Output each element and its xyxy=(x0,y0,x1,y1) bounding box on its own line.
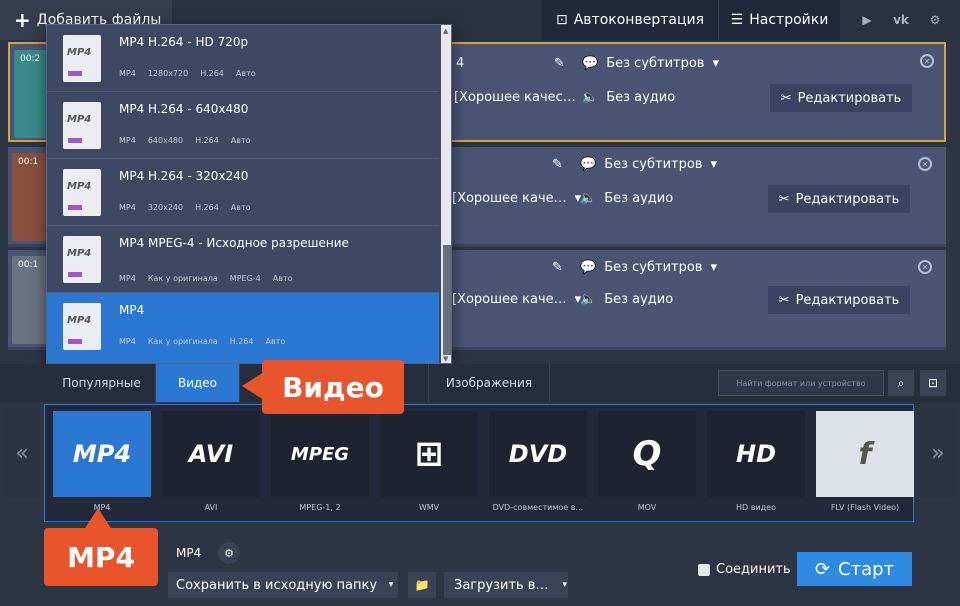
format-label: HD видео xyxy=(736,503,776,512)
output-format-value: MP4 xyxy=(176,546,202,560)
format-label: FLV (Flash Video) xyxy=(830,503,900,512)
format-dvd[interactable]: DVD xyxy=(489,411,587,497)
speech-bubble-icon: 💬 xyxy=(580,157,597,172)
format-label: WMV xyxy=(418,503,440,512)
refresh-icon: ⟳ xyxy=(814,558,831,580)
audio-dropdown[interactable]: 🔈 Без аудио xyxy=(580,191,673,206)
scissors-icon: ✂ xyxy=(778,292,790,308)
speaker-icon: 🔈 xyxy=(580,292,597,307)
youtube-icon[interactable]: ▶ xyxy=(856,10,878,30)
menu-icon: ☰ xyxy=(730,12,744,28)
mp4-file-icon: MP4 xyxy=(63,35,101,82)
preset-item[interactable]: MP4 MP4 H.264 - 640x480 MP4 640x480 H.264 А… xyxy=(47,92,439,159)
rename-pencil-icon[interactable]: ✎ xyxy=(554,56,565,71)
format-avi[interactable]: AVI xyxy=(162,411,260,497)
speech-bubble-icon: 💬 xyxy=(580,260,597,275)
edit-button[interactable]: ✂ Редактировать xyxy=(768,185,910,213)
preset-item[interactable]: MP4 MP4 MPEG-4 - Исходное разрешение MP4… xyxy=(47,226,439,293)
callout-arrow xyxy=(242,372,264,400)
folder-icon[interactable]: 📁 xyxy=(408,572,436,598)
preset-item[interactable]: MP4 MP4 H.264 - HD 720p MP4 1280x720 H.264… xyxy=(47,25,439,92)
speech-bubble-icon: 💬 xyxy=(582,56,599,71)
quality-dropdown[interactable]: [Хорошее качес… ▾ xyxy=(454,90,590,105)
quicktime-icon: Q xyxy=(632,434,662,474)
chevron-down-icon[interactable]: ▾ xyxy=(382,572,400,598)
chevron-down-icon: ▾ xyxy=(710,157,717,172)
audio-dropdown[interactable]: 🔈 Без аудио xyxy=(580,292,673,307)
preset-scrollbar[interactable]: ▲ ▼ xyxy=(441,25,451,363)
subtitles-dropdown[interactable]: 💬 Без субтитров ▾ xyxy=(580,260,717,275)
tab-popular[interactable]: Популярные xyxy=(48,364,156,402)
audio-dropdown[interactable]: 🔈 Без аудио xyxy=(582,90,675,105)
format-mov[interactable]: Q xyxy=(598,411,696,497)
scroll-down-icon[interactable]: ▼ xyxy=(443,355,448,363)
format-label: MPEG-1, 2 xyxy=(299,503,341,512)
format-wmv[interactable]: ⊞ xyxy=(380,411,478,497)
mp4-file-icon: MP4 xyxy=(63,102,101,149)
scissors-icon: ✂ xyxy=(780,90,792,106)
windows-icon: ⊞ xyxy=(414,434,444,474)
subtitles-dropdown[interactable]: 💬 Без субтитров ▾ xyxy=(582,56,719,71)
format-label: DVD-совместимое в… xyxy=(492,503,584,512)
remove-file-icon[interactable]: ✕ xyxy=(918,157,932,171)
chevron-down-icon: ▾ xyxy=(712,56,719,71)
chevron-down-icon: ▾ xyxy=(710,260,717,275)
tab-video[interactable]: Видео xyxy=(156,364,240,402)
mp4-file-icon: MP4 xyxy=(63,169,101,216)
join-checkbox[interactable]: Соединить xyxy=(698,562,791,577)
preset-item-selected[interactable]: MP4 MP4 MP4 Как у оригинала H.264 Авто xyxy=(47,293,439,363)
scissors-icon: ✂ xyxy=(778,191,790,207)
settings-button[interactable]: ☰ Настройки xyxy=(718,0,840,40)
format-search-input[interactable]: Найти формат или устройство xyxy=(718,370,884,396)
callout-video: Видео xyxy=(262,360,404,414)
callout-mp4: MP4 xyxy=(44,528,158,586)
device-search-icon[interactable]: ⊡ xyxy=(920,370,946,396)
settings-label: Настройки xyxy=(749,12,829,28)
autoconvert-icon: ⊡ xyxy=(556,12,568,28)
chevron-down-icon: ▾ xyxy=(562,580,567,590)
file-title: 4 xyxy=(456,56,465,71)
edit-button[interactable]: ✂ Редактировать xyxy=(768,286,910,314)
scroll-right-icon[interactable]: » xyxy=(920,408,956,498)
callout-arrow xyxy=(84,508,112,530)
speaker-icon: 🔈 xyxy=(582,90,599,105)
checkbox-icon xyxy=(698,563,710,576)
start-button[interactable]: ⟳ Старт xyxy=(797,552,912,586)
vk-icon[interactable]: vk xyxy=(890,10,912,30)
autoconvert-label: Автоконвертация xyxy=(573,12,704,28)
rename-pencil-icon[interactable]: ✎ xyxy=(552,157,563,172)
subtitles-dropdown[interactable]: 💬 Без субтитров ▾ xyxy=(580,157,717,172)
mp4-file-icon: MP4 xyxy=(63,303,101,350)
preset-item[interactable]: MP4 MP4 H.264 - 320x240 MP4 320x240 H.264 А… xyxy=(47,159,439,226)
tab-images[interactable]: Изображения xyxy=(428,364,550,402)
save-folder-select[interactable]: Сохранить в исходную папку xyxy=(168,572,398,598)
quality-dropdown[interactable]: [Хорошее каче… ▾ xyxy=(452,191,581,206)
format-mpeg[interactable]: MPEG xyxy=(271,411,369,497)
rename-pencil-icon[interactable]: ✎ xyxy=(552,260,563,275)
search-icon[interactable]: ⌕ xyxy=(888,370,914,396)
scroll-thumb[interactable] xyxy=(443,245,451,355)
speaker-icon: 🔈 xyxy=(580,191,597,206)
scroll-left-icon[interactable]: « xyxy=(4,408,40,498)
upload-to-dropdown[interactable]: Загрузить в… ▾ xyxy=(444,572,568,598)
mp4-file-icon: MP4 xyxy=(63,236,101,283)
format-flv[interactable]: f xyxy=(816,411,914,497)
format-mp4[interactable]: MP4 xyxy=(53,411,151,497)
scroll-up-icon[interactable]: ▲ xyxy=(443,27,448,35)
format-hd[interactable]: HD xyxy=(707,411,805,497)
gear-icon[interactable]: ⚙ xyxy=(924,10,946,30)
quality-dropdown[interactable]: [Хорошее каче… ▾ xyxy=(452,292,581,307)
format-settings-gear-icon[interactable]: ⚙ xyxy=(218,542,240,564)
remove-file-icon[interactable]: ✕ xyxy=(918,260,932,274)
edit-button[interactable]: ✂ Редактировать xyxy=(770,84,912,112)
remove-file-icon[interactable]: ✕ xyxy=(920,54,934,68)
autoconvert-button[interactable]: ⊡ Автоконвертация xyxy=(542,0,718,40)
format-strip: MP4 AVI MPEG ⊞ DVD Q HD f MP4 AVI MPEG-1… xyxy=(44,404,914,522)
flash-icon: f xyxy=(858,436,872,472)
plus-icon: + xyxy=(14,8,31,32)
format-label: MOV xyxy=(637,503,657,512)
format-label: AVI xyxy=(204,503,218,512)
preset-dropdown: MP4 MP4 H.264 - HD 720p MP4 1280x720 H.264… xyxy=(46,24,452,364)
